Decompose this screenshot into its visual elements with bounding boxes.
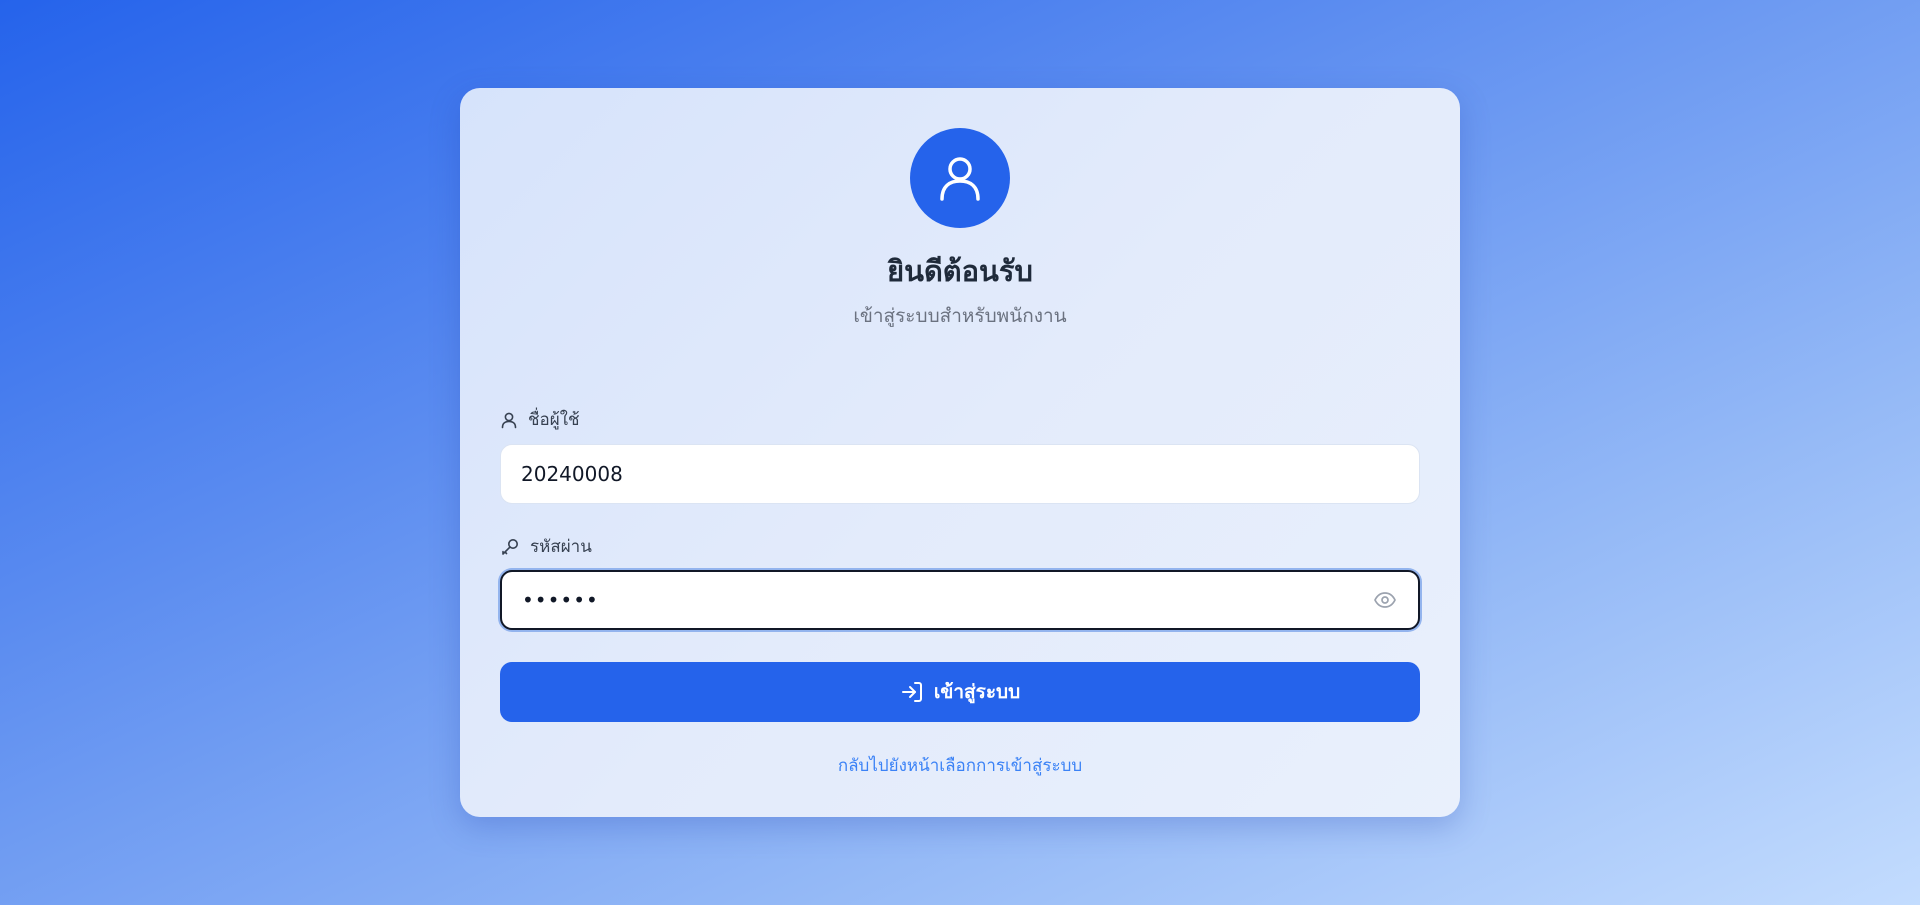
username-value: 20240008 — [521, 462, 623, 486]
eye-icon — [1374, 592, 1396, 608]
password-input[interactable]: •••••• — [500, 570, 1420, 630]
user-icon — [501, 412, 517, 428]
page-title: ยินดีต้อนรับ — [887, 254, 1033, 288]
password-label: รหัสผ่าน — [500, 533, 592, 560]
user-icon — [940, 157, 980, 201]
password-masked-value: •••••• — [522, 588, 599, 612]
avatar — [910, 128, 1010, 228]
password-label-text: รหัสผ่าน — [530, 537, 592, 557]
username-input[interactable]: 20240008 — [500, 444, 1420, 504]
page-subtitle: เข้าสู่ระบบสำหรับพนักงาน — [853, 305, 1067, 327]
username-label: ชื่อผู้ใช้ — [500, 406, 580, 433]
back-to-login-selection-link[interactable]: กลับไปยังหน้าเลือกการเข้าสู่ระบบ — [460, 752, 1460, 779]
key-icon — [502, 538, 518, 555]
login-button[interactable]: เข้าสู่ระบบ — [500, 662, 1420, 722]
login-button-label: เข้าสู่ระบบ — [933, 681, 1021, 703]
username-label-text: ชื่อผู้ใช้ — [528, 410, 580, 430]
toggle-password-button[interactable] — [1372, 587, 1398, 613]
login-arrow-icon — [901, 682, 922, 702]
login-card: ยินดีต้อนรับ เข้าสู่ระบบสำหรับพนักงาน ชื… — [460, 88, 1460, 817]
